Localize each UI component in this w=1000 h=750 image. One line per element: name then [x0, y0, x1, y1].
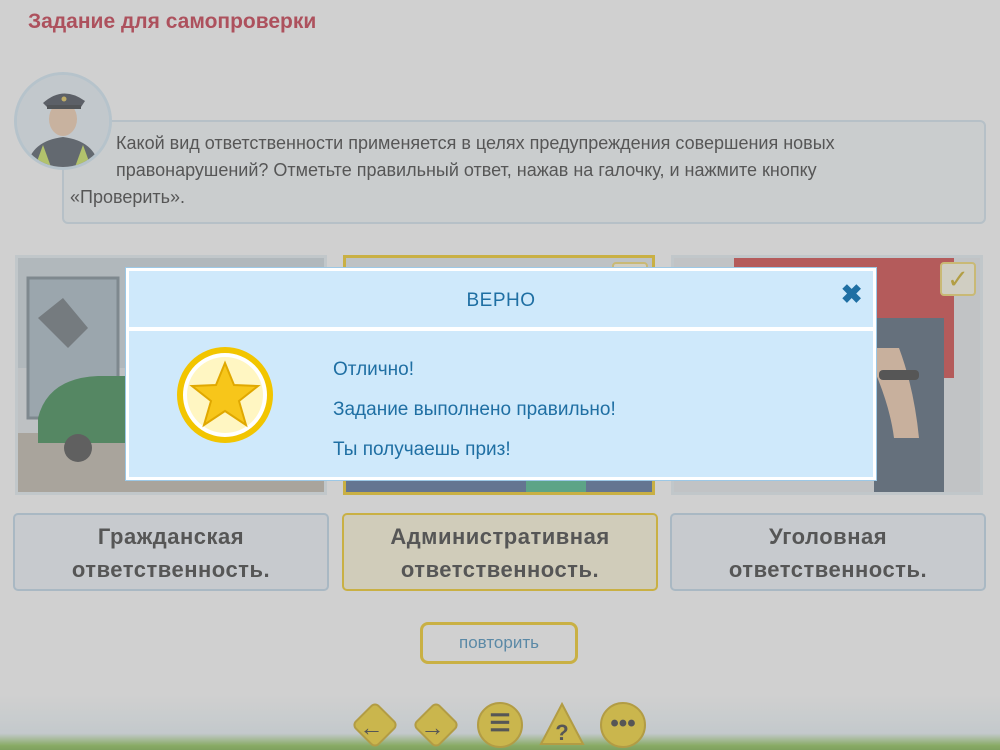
close-icon[interactable]: ✖ [841, 281, 863, 307]
dialog-message: Отлично! [333, 359, 415, 380]
dialog-header: ВЕРНО ✖ [129, 271, 873, 331]
dialog-title: ВЕРНО [466, 290, 536, 311]
result-dialog: ВЕРНО ✖ Отлично! Задание выполнено прави… [126, 268, 876, 480]
star-icon [177, 347, 273, 443]
dialog-body: Отлично! Задание выполнено правильно! Ты… [129, 335, 873, 477]
dialog-message: Задание выполнено правильно! [333, 399, 616, 420]
dialog-message: Ты получаешь приз! [333, 439, 511, 460]
